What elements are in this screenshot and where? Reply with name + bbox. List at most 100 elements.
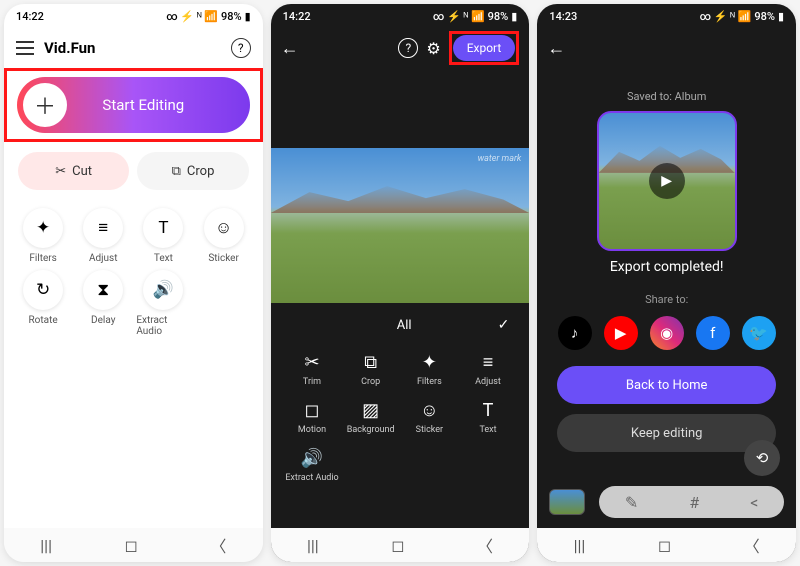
share-facebook-icon[interactable]: f (696, 316, 730, 350)
back-icon[interactable]: ← (547, 38, 565, 59)
settings-icon[interactable]: ⚙ (426, 39, 440, 58)
delay-icon: ⧗ (83, 270, 123, 310)
highlight-box: ＋ Start Editing (4, 68, 263, 142)
tool-sticker[interactable]: ☺Sticker (402, 395, 457, 439)
start-editing-button[interactable]: ＋ Start Editing (17, 77, 250, 133)
tool-filters[interactable]: ✦Filters (16, 208, 70, 264)
nav-home[interactable]: ◻ (391, 536, 404, 555)
tool-delay[interactable]: ⧗Delay (76, 270, 130, 337)
share-twitter-icon[interactable]: 🐦 (742, 316, 776, 350)
status-right: ∞ ⚡ ᴺ 📶 98%▮ (700, 10, 784, 23)
app-title: Vid.Fun (44, 39, 95, 57)
share-to-label: Share to: (537, 293, 796, 306)
background-icon: ▨ (362, 399, 379, 421)
screen-home: 14:22 ∞ ⚡ ᴺ 📶 98%▮ Vid.Fun ? ＋ Start Edi… (4, 4, 263, 562)
motion-icon: ◻ (305, 399, 320, 421)
export-button[interactable]: Export (453, 35, 516, 61)
tool-filters[interactable]: ✦Filters (402, 347, 457, 391)
plus-icon: ＋ (23, 83, 67, 127)
status-bar: 14:22 ∞ ⚡ ᴺ 📶 98%▮ (4, 4, 263, 28)
play-icon[interactable]: ▶ (649, 163, 685, 199)
help-icon[interactable]: ? (398, 38, 418, 58)
bottom-icon-row: ✎ # < (537, 482, 796, 522)
saved-to-label: Saved to: Album (537, 90, 796, 103)
share-youtube-icon[interactable]: ▶ (604, 316, 638, 350)
start-label: Start Editing (67, 96, 250, 114)
nav-bar: ||| ◻ 〈 (4, 528, 263, 562)
audio-icon: 🔊 (143, 270, 183, 310)
tool-motion[interactable]: ◻Motion (285, 395, 340, 439)
menu-icon[interactable] (16, 41, 34, 55)
nav-recents[interactable]: ||| (40, 536, 52, 555)
nav-recents[interactable]: ||| (574, 536, 586, 555)
nav-back[interactable]: 〈 (210, 533, 226, 557)
share-icons: ♪ ▶ ◉ f 🐦 (537, 316, 796, 350)
filters-icon: ✦ (23, 208, 63, 248)
tool-sticker[interactable]: ☺Sticker (197, 208, 251, 264)
cut-button[interactable]: ✂ Cut (18, 152, 129, 190)
trim-icon: ✂ (304, 351, 319, 373)
status-time: 14:23 (549, 10, 577, 23)
back-icon[interactable]: ← (281, 38, 299, 59)
bottom-tray: ✎ # < (599, 486, 784, 518)
nav-home[interactable]: ◻ (658, 536, 671, 555)
tab-all[interactable]: All (311, 318, 498, 333)
status-bar: 14:22 ∞ ⚡ ᴺ 📶 98%▮ (271, 4, 530, 28)
rotate-icon: ↻ (23, 270, 63, 310)
tool-text[interactable]: TText (136, 208, 190, 264)
tool-crop[interactable]: ⧉Crop (343, 347, 398, 391)
help-icon[interactable]: ? (231, 38, 251, 58)
crop-icon: ⧉ (364, 351, 377, 373)
tool-grid: ✦Filters ≡Adjust TText ☺Sticker ↻Rotate … (4, 200, 263, 345)
share-instagram-icon[interactable]: ◉ (650, 316, 684, 350)
audio-icon: 🔊 (301, 447, 323, 469)
sticker-icon: ☺ (420, 399, 438, 421)
highlight-box: Export (449, 31, 520, 65)
exported-thumbnail[interactable]: ▶ (597, 111, 737, 251)
status-bar: 14:23 ∞ ⚡ ᴺ 📶 98%▮ (537, 4, 796, 28)
adjust-icon: ≡ (483, 351, 494, 373)
share-tiktok-icon[interactable]: ♪ (558, 316, 592, 350)
keep-editing-button[interactable]: Keep editing (557, 414, 776, 452)
tray-edit-icon[interactable]: ✎ (625, 493, 638, 512)
check-icon[interactable]: ✓ (498, 317, 510, 333)
tool-text[interactable]: TText (461, 395, 516, 439)
watermark: water mark (478, 154, 522, 164)
filters-icon: ✦ (422, 351, 437, 373)
tool-adjust[interactable]: ≡Adjust (461, 347, 516, 391)
status-time: 14:22 (16, 10, 44, 23)
screen-editor: 14:22 ∞ ⚡ ᴺ 📶 98%▮ ← ? ⚙ Export water ma… (271, 4, 530, 562)
back-to-home-button[interactable]: Back to Home (557, 366, 776, 404)
nav-home[interactable]: ◻ (125, 536, 138, 555)
tool-extract-audio[interactable]: 🔊Extract Audio (136, 270, 190, 337)
done-header: ← (537, 28, 796, 68)
nav-back[interactable]: 〈 (477, 533, 493, 557)
video-preview[interactable]: water mark (271, 148, 530, 303)
tray-hash-icon[interactable]: # (689, 493, 699, 512)
sticker-icon: ☺ (204, 208, 244, 248)
quick-tools: ✂ Cut ⧉ Crop (4, 142, 263, 200)
bottom-thumbnail[interactable] (549, 489, 585, 515)
preview-image (271, 183, 530, 213)
tool-trim[interactable]: ✂Trim (285, 347, 340, 391)
app-header: Vid.Fun ? (4, 28, 263, 68)
text-icon: T (143, 208, 183, 248)
export-complete-label: Export completed! (537, 259, 796, 275)
tool-extract-audio[interactable]: 🔊Extract Audio (285, 443, 340, 487)
nav-back[interactable]: 〈 (744, 533, 760, 557)
tool-adjust[interactable]: ≡Adjust (76, 208, 130, 264)
nav-recents[interactable]: ||| (307, 536, 319, 555)
nav-bar: ||| ◻ 〈 (537, 528, 796, 562)
status-time: 14:22 (283, 10, 311, 23)
crop-button[interactable]: ⧉ Crop (137, 152, 248, 190)
fab-button[interactable]: ⟲ (744, 440, 780, 476)
tray-share-icon[interactable]: < (750, 493, 758, 512)
tool-background[interactable]: ▨Background (343, 395, 398, 439)
editor-header: ← ? ⚙ Export (271, 28, 530, 68)
screen-export-done: 14:23 ∞ ⚡ ᴺ 📶 98%▮ ← Saved to: Album ▶ E… (537, 4, 796, 562)
nav-bar: ||| ◻ 〈 (271, 528, 530, 562)
tab-bar: All ✓ (271, 307, 530, 343)
status-right: ∞ ⚡ ᴺ 📶 98%▮ (166, 10, 250, 23)
text-icon: T (483, 399, 494, 421)
tool-rotate[interactable]: ↻Rotate (16, 270, 70, 337)
